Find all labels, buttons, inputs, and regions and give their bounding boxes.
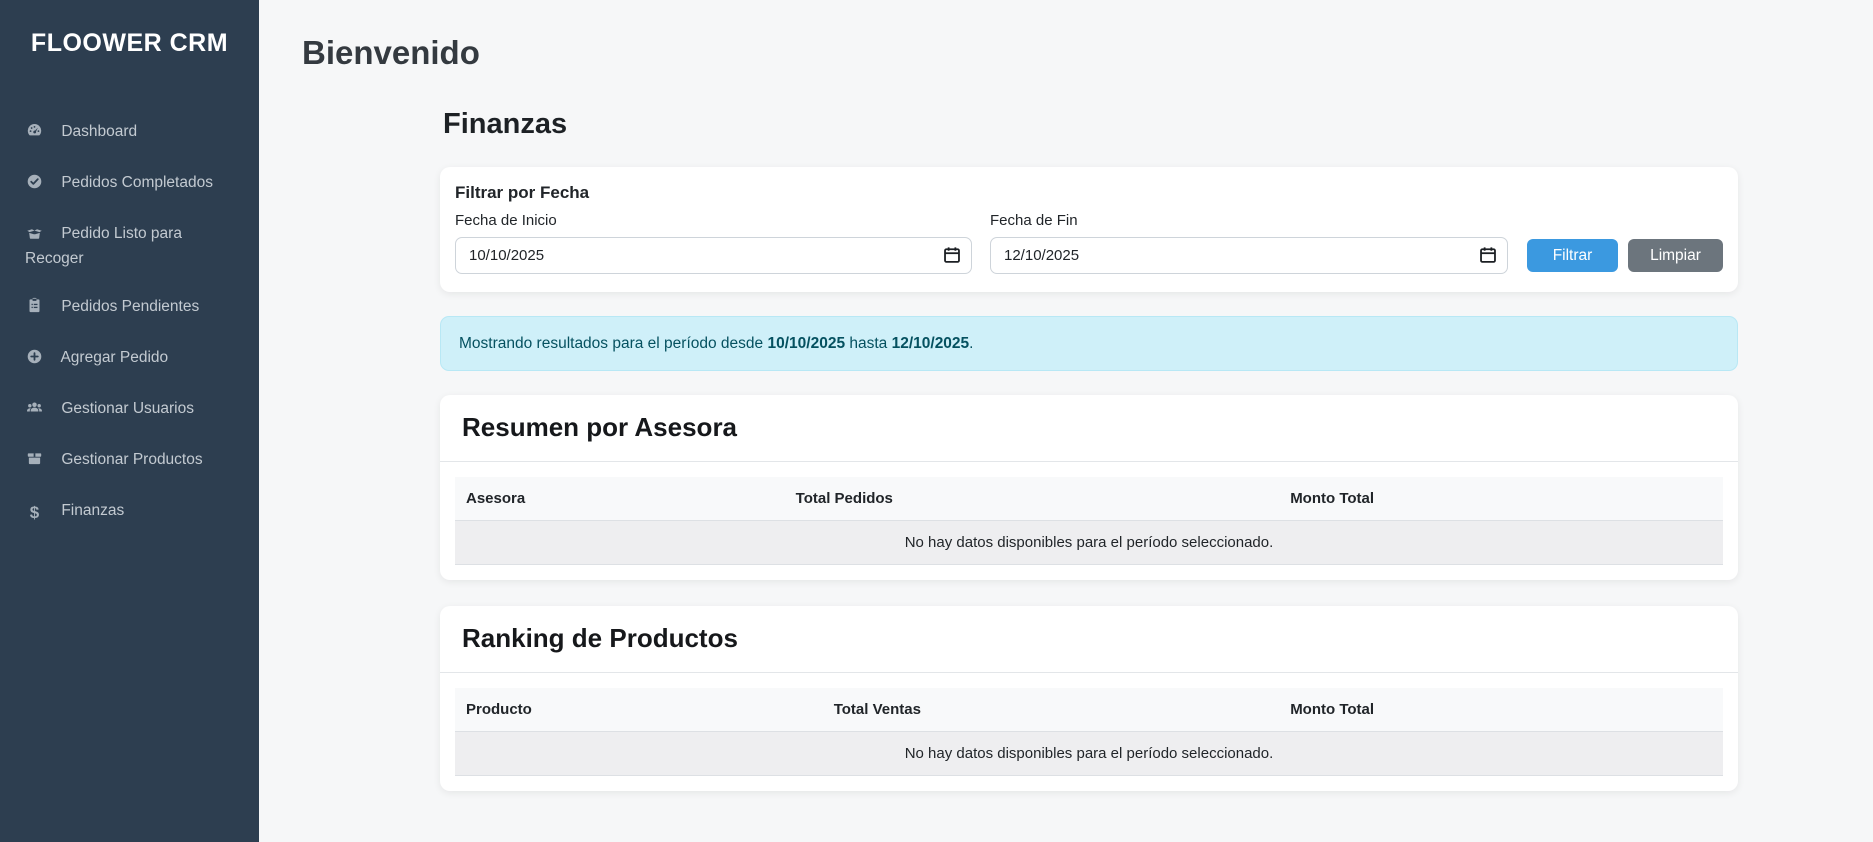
gauge-icon (25, 122, 44, 146)
column-asesora: Asesora (455, 477, 785, 521)
asesora-summary-card: Resumen por Asesora Asesora Total Pedido… (440, 395, 1738, 580)
finanzas-section: Finanzas Filtrar por Fecha Fecha de Inic… (440, 108, 1738, 791)
date-filter-card: Filtrar por Fecha Fecha de Inicio Fecha … (440, 167, 1738, 292)
asesora-empty-message: No hay datos disponibles para el período… (455, 521, 1723, 565)
filter-buttons: Filtrar Limpiar (1527, 239, 1723, 272)
limpiar-button[interactable]: Limpiar (1628, 239, 1723, 272)
check-circle-icon (25, 173, 44, 197)
asesora-card-header: Resumen por Asesora (440, 395, 1738, 462)
sidebar-item-gestionar-productos[interactable]: Gestionar Productos (0, 437, 259, 486)
page-title: Bienvenido (302, 34, 1873, 72)
sidebar-item-gestionar-usuarios[interactable]: Gestionar Usuarios (0, 386, 259, 435)
alert-start-date: 10/10/2025 (767, 335, 845, 352)
asesora-empty-row: No hay datos disponibles para el período… (455, 521, 1723, 565)
asesora-table-header-row: Asesora Total Pedidos Monto Total (455, 477, 1723, 521)
sidebar: FLOOWER CRM Dashboard Pedidos Completado… (0, 0, 259, 842)
productos-card-header: Ranking de Productos (440, 606, 1738, 673)
column-producto: Producto (455, 688, 823, 732)
plus-circle-icon (25, 348, 44, 372)
users-icon (25, 399, 44, 423)
start-date-input[interactable] (455, 237, 972, 274)
productos-card-body: Producto Total Ventas Monto Total No hay… (440, 673, 1738, 791)
end-date-input[interactable] (990, 237, 1508, 274)
column-monto-total: Monto Total (1279, 477, 1723, 521)
asesora-table: Asesora Total Pedidos Monto Total No hay… (455, 477, 1723, 565)
box-icon (25, 450, 44, 474)
column-monto-total: Monto Total (1279, 688, 1723, 732)
asesora-card-title: Resumen por Asesora (462, 412, 1716, 443)
results-alert: Mostrando resultados para el período des… (440, 316, 1738, 371)
productos-empty-message: No hay datos disponibles para el período… (455, 732, 1723, 776)
start-date-label: Fecha de Inicio (455, 212, 972, 229)
clipboard-list-icon (25, 297, 44, 321)
sidebar-item-pedidos-pendientes[interactable]: Pedidos Pendientes (0, 284, 259, 333)
productos-table: Producto Total Ventas Monto Total No hay… (455, 688, 1723, 776)
asesora-card-body: Asesora Total Pedidos Monto Total No hay… (440, 462, 1738, 580)
productos-empty-row: No hay datos disponibles para el período… (455, 732, 1723, 776)
sidebar-nav: Dashboard Pedidos Completados Pedido Lis… (0, 109, 259, 536)
filtrar-button[interactable]: Filtrar (1527, 239, 1618, 272)
filter-row: Fecha de Inicio Fecha de Fin (455, 212, 1723, 274)
calendar-icon[interactable] (1479, 246, 1497, 264)
main-content: Bienvenido Finanzas Filtrar por Fecha Fe… (259, 0, 1873, 842)
sidebar-item-label: Pedido Listo para Recoger (25, 225, 182, 267)
dollar-icon: $ (25, 502, 44, 524)
results-alert-text: Mostrando resultados para el período des… (459, 335, 973, 353)
sidebar-item-agregar-pedido[interactable]: Agregar Pedido (0, 335, 259, 384)
sidebar-item-dashboard[interactable]: Dashboard (0, 109, 259, 158)
productos-table-header-row: Producto Total Ventas Monto Total (455, 688, 1723, 732)
box-open-icon (25, 224, 44, 248)
productos-ranking-card: Ranking de Productos Producto Total Vent… (440, 606, 1738, 791)
sidebar-item-label: Pedidos Completados (61, 174, 213, 191)
end-date-field: Fecha de Fin (990, 212, 1508, 274)
finanzas-title: Finanzas (443, 108, 1738, 141)
sidebar-item-label: Gestionar Usuarios (61, 400, 194, 417)
column-total-pedidos: Total Pedidos (785, 477, 1280, 521)
end-date-label: Fecha de Fin (990, 212, 1508, 229)
sidebar-item-label: Agregar Pedido (60, 349, 168, 366)
sidebar-item-label: Dashboard (61, 123, 137, 140)
sidebar-item-label: Gestionar Productos (61, 451, 202, 468)
sidebar-item-pedidos-completados[interactable]: Pedidos Completados (0, 160, 259, 209)
start-date-field: Fecha de Inicio (455, 212, 972, 274)
end-date-input-wrap (990, 237, 1508, 274)
calendar-icon[interactable] (943, 246, 961, 264)
sidebar-item-label: Finanzas (61, 502, 124, 519)
column-total-ventas: Total Ventas (823, 688, 1279, 732)
alert-end-date: 12/10/2025 (892, 335, 970, 352)
app-root: FLOOWER CRM Dashboard Pedidos Completado… (0, 0, 1873, 842)
sidebar-item-label: Pedidos Pendientes (61, 298, 199, 315)
sidebar-item-pedido-listo[interactable]: Pedido Listo para Recoger (0, 211, 259, 282)
start-date-input-wrap (455, 237, 972, 274)
filter-card-title: Filtrar por Fecha (455, 183, 1723, 203)
sidebar-item-finanzas[interactable]: $ Finanzas (0, 488, 259, 536)
app-title: FLOOWER CRM (0, 26, 259, 61)
productos-card-title: Ranking de Productos (462, 623, 1716, 654)
